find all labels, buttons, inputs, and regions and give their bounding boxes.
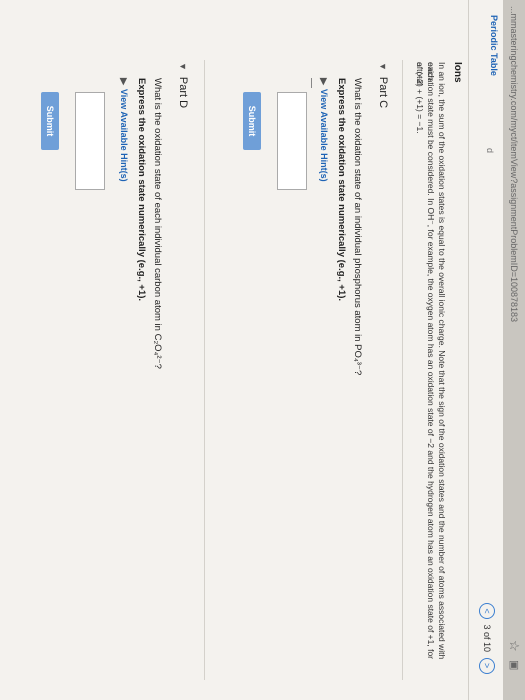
url-bar[interactable]: ...mmasteringchemistry.com/myct/itemView… [503,6,525,322]
browser-toolbar: ...mmasteringchemistry.com/myct/itemView… [503,0,525,700]
sidebar-strip: Periodic Table d < 3 of 10 > [473,0,503,700]
part-c-question: What is the oxidation state of an indivi… [352,78,363,376]
part-d-answer-input[interactable] [75,92,105,190]
part-d-header[interactable]: ▼ Part D [177,62,189,108]
section-separator [204,60,205,680]
ions-text-3: of (−2) + (+1) = −1. [415,62,425,134]
part-c-header[interactable]: ▼ Part C [377,62,389,108]
part-c-instruction: Express the oxidation state numerically … [336,78,347,302]
page-position: 3 of 10 [482,624,492,653]
pagination: < 3 of 10 > [479,600,495,677]
prev-page-button[interactable]: < [479,603,495,619]
header-divider [468,0,469,700]
triangle-right-icon: ▶ [119,78,129,85]
part-c-label: Part C [377,76,389,109]
part-d-submit-button[interactable]: Submit [41,92,59,150]
part-c-submit-button[interactable]: Submit [243,92,261,150]
part-c-hints-label: View Available Hint(s) [319,88,329,182]
caret-down-icon: ▼ [378,62,388,71]
part-d-label: Part D [177,76,189,109]
part-d-question: What is the oxidation state of each indi… [152,78,163,369]
page-canvas: ...mmasteringchemistry.com/myct/itemView… [0,0,525,700]
next-page-button[interactable]: > [479,657,495,674]
caret-down-icon: ▼ [178,62,188,71]
part-c-answer-input[interactable] [277,92,307,190]
part-d-instruction: Express the oxidation state numerically … [136,78,147,302]
main-content: Ions In an ion, the sum of the oxidation… [0,0,467,700]
part-c-hints-link[interactable]: ▶ View Available Hint(s) [318,78,329,182]
ions-title: Ions [452,62,463,83]
periodic-table-tab[interactable]: Periodic Table [489,15,499,76]
star-icon[interactable]: ☆ [503,640,525,652]
part-d-hints-label: View Available Hint(s) [119,88,129,182]
bookmark-icon[interactable]: ▣ [503,660,525,670]
hint-underline [311,78,312,88]
section-separator [402,60,403,680]
part-d-hints-link[interactable]: ▶ View Available Hint(s) [118,78,129,182]
sidebar-stub: d [485,148,495,154]
triangle-right-icon: ▶ [319,78,329,85]
